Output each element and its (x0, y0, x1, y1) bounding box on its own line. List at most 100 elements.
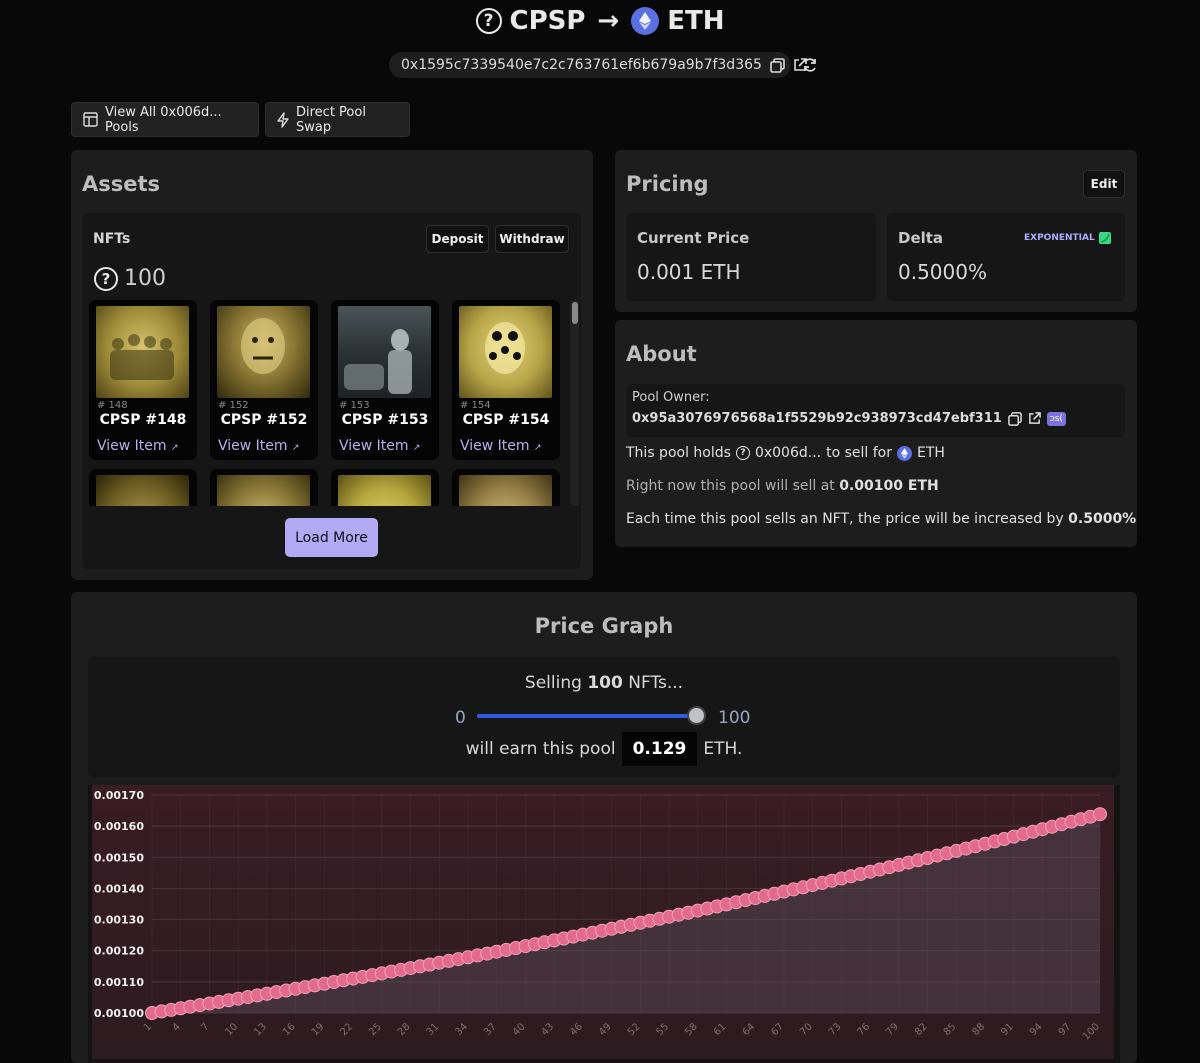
sell-price: 0.00100 ETH (839, 478, 939, 494)
y-tick-label: 0.00170 (94, 789, 144, 802)
unknown-token-icon: ? (475, 8, 502, 34)
selling-line: Selling 100 NFTs... (88, 673, 1120, 693)
slider-min: 0 (455, 708, 466, 728)
nft-number: # 148 (97, 400, 128, 411)
pool-address: 0x1595c7339540e7c2c763761ef6b679a9b7f3d3… (401, 57, 762, 73)
exponential-label: EXPONENTIAL (1024, 233, 1095, 243)
nft-name: CPSP #148 (99, 412, 187, 428)
view-item-label: View Item (460, 438, 530, 454)
pool-owner-label: Pool Owner: (632, 390, 710, 405)
nft-card[interactable] (452, 469, 560, 506)
current-price-value: 0.001 ETH (637, 260, 741, 284)
arrow-icon: → (597, 6, 620, 36)
holds-currency: ETH (917, 445, 945, 461)
nft-card[interactable]: # 154 CPSP #154 View Item ↗ (452, 300, 560, 460)
nft-card[interactable] (89, 469, 197, 506)
holds-prefix: This pool holds (626, 445, 731, 461)
price-point (1093, 807, 1107, 822)
view-item-link[interactable]: View Item ↗ (339, 438, 421, 454)
edit-pricing-button[interactable]: Edit (1083, 170, 1125, 198)
nft-count-slider[interactable] (477, 706, 706, 725)
view-all-pools-button[interactable]: View All 0x006d... Pools (71, 102, 259, 137)
increase-value: 0.5000% (1068, 511, 1137, 527)
nft-name: CPSP #152 (220, 412, 308, 428)
eth-icon (897, 445, 912, 461)
sell-price-line: Right now this pool will sell at 0.00100… (626, 478, 939, 494)
view-all-pools-label: View All 0x006d... Pools (105, 104, 222, 135)
view-item-link[interactable]: View Item ↗ (218, 438, 300, 454)
holds-token: 0x006d... (754, 445, 822, 461)
earn-suffix: ETH. (703, 739, 743, 759)
nft-image (338, 475, 431, 506)
table-icon (83, 112, 98, 127)
nft-number: # 152 (218, 400, 249, 411)
pool-owner-card: Pool Owner: 0x95a3076976568a1f5529b92c93… (626, 384, 1125, 437)
y-tick-label: 0.00160 (94, 820, 144, 833)
nft-card[interactable] (331, 469, 439, 506)
nft-card[interactable]: # 152 CPSP #152 View Item ↗ (210, 300, 318, 460)
from-token-label: CPSP (509, 6, 586, 36)
slider-thumb[interactable] (687, 706, 706, 725)
nft-count-value: 100 (124, 266, 166, 291)
external-link-icon: ↗ (413, 443, 421, 453)
nft-image (217, 475, 310, 506)
direct-pool-swap-button[interactable]: Direct Pool Swap (265, 102, 410, 137)
nfts-label: NFTs (93, 231, 131, 247)
selling-suffix: NFTs... (628, 673, 684, 693)
nft-image (459, 306, 552, 398)
view-item-link[interactable]: View Item ↗ (460, 438, 542, 454)
y-tick-label: 0.00100 (94, 1007, 144, 1020)
copy-icon[interactable] (1007, 411, 1022, 426)
nft-name: CPSP #154 (462, 412, 550, 428)
selling-prefix: Selling (524, 673, 582, 693)
nft-image (217, 306, 310, 398)
withdraw-button[interactable]: Withdraw (495, 225, 569, 253)
delta-value: 0.5000% (898, 260, 987, 284)
y-tick-label: 0.00150 (94, 851, 144, 864)
exponential-curve-icon (1098, 232, 1111, 244)
deposit-button[interactable]: Deposit (426, 225, 489, 253)
direct-pool-swap-label: Direct Pool Swap (296, 104, 366, 135)
nft-count: ? 100 (94, 266, 166, 291)
delta-card: Delta EXPONENTIAL 0.5000% (887, 213, 1125, 301)
exponential-badge: EXPONENTIAL (1024, 232, 1111, 244)
current-price-card: Current Price 0.001 ETH (626, 213, 876, 301)
load-more-button[interactable]: Load More (285, 518, 378, 557)
nft-image (96, 475, 189, 506)
current-price-label: Current Price (637, 229, 750, 247)
pool-holds-line: This pool holds ? 0x006d... to sell for … (626, 445, 945, 461)
y-tick-label: 0.00140 (94, 882, 144, 895)
nft-image (96, 306, 189, 398)
pool-owner-row: 0x95a3076976568a1f5529b92c938973cd47ebf3… (632, 411, 1066, 426)
unknown-token-icon: ? (735, 446, 750, 460)
nft-grid-scrollbar[interactable] (570, 300, 579, 506)
view-item-link[interactable]: View Item ↗ (97, 438, 179, 454)
nft-name: CPSP #153 (341, 412, 429, 428)
external-link-icon[interactable] (1028, 412, 1041, 425)
price-graph-title: Price Graph (534, 614, 674, 638)
external-link-icon: ↗ (292, 443, 300, 453)
increase-line: Each time this pool sells an NFT, the pr… (626, 511, 1136, 527)
page-title: ? CPSP → ETH (0, 6, 1200, 36)
pool-address-pill: 0x1595c7339540e7c2c763761ef6b679a9b7f3d3… (389, 52, 807, 78)
y-tick-label: 0.00120 (94, 945, 144, 958)
nft-image (459, 475, 552, 506)
price-graph-panel: Price Graph Selling 100 NFTs... 0 100 wi… (71, 592, 1137, 1063)
nft-number: # 153 (339, 400, 370, 411)
scrollbar-thumb[interactable] (571, 302, 578, 324)
nft-number: # 154 (460, 400, 491, 411)
assets-title: Assets (82, 172, 161, 196)
owner-profile-badge[interactable]: ɔs( (1046, 411, 1066, 426)
refresh-icon[interactable] (800, 55, 820, 75)
slider-max: 100 (718, 708, 751, 728)
price-chart: 0.00100 0.00110 0.00120 0.00130 0.00140 0.001… (92, 785, 1114, 1059)
sell-prefix: Right now this pool will sell at (626, 478, 835, 494)
nft-grid: # 148 CPSP #148 View Item ↗ # 152 CPSP #… (82, 300, 568, 506)
about-title: About (626, 342, 697, 366)
copy-icon[interactable] (770, 57, 785, 73)
nft-card[interactable]: # 148 CPSP #148 View Item ↗ (89, 300, 197, 460)
assets-panel: Assets NFTs Deposit Withdraw ? 100 # 148… (71, 150, 593, 580)
holds-mid: to sell for (826, 445, 892, 461)
nft-card[interactable] (210, 469, 318, 506)
nft-card[interactable]: # 153 CPSP #153 View Item ↗ (331, 300, 439, 460)
